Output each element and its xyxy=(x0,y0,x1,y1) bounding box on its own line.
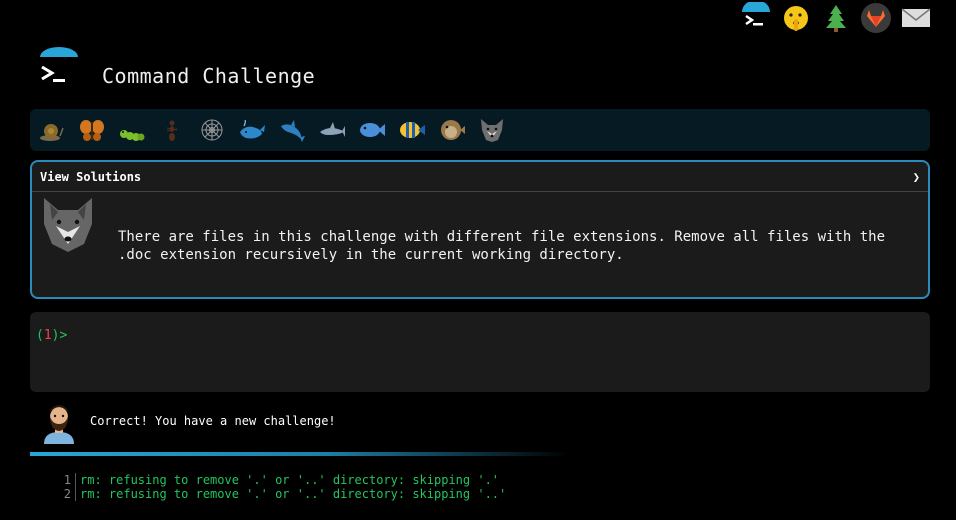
prompt-open: ( xyxy=(36,328,44,343)
chevron-right-icon: ❯ xyxy=(912,169,920,184)
shushing-face-icon[interactable] xyxy=(780,2,812,34)
challenge-level-strip xyxy=(30,109,930,151)
spider-web-icon[interactable] xyxy=(196,114,228,146)
output-line: 1 rm: refusing to remove '.' or '..' dir… xyxy=(60,473,506,487)
caterpillar-icon[interactable] xyxy=(116,114,148,146)
progress-bar xyxy=(30,452,570,456)
challenge-description: There are files in this challenge with d… xyxy=(118,229,886,263)
blowfish-icon[interactable] xyxy=(436,114,468,146)
line-text: rm: refusing to remove '.' or '..' direc… xyxy=(80,487,507,501)
success-message: Correct! You have a new challenge! xyxy=(90,414,336,428)
gitlab-icon[interactable] xyxy=(860,2,892,34)
logo[interactable] xyxy=(38,47,80,89)
whale-icon[interactable] xyxy=(236,114,268,146)
line-text: rm: refusing to remove '.' or '..' direc… xyxy=(80,473,500,487)
wolf-avatar-icon xyxy=(40,196,96,260)
wolf-icon[interactable] xyxy=(476,114,508,146)
line-number: 2 xyxy=(60,487,76,501)
terminal-icon[interactable] xyxy=(740,2,772,34)
terminal-input[interactable]: (1)> xyxy=(30,312,930,392)
prompt-close: )> xyxy=(51,328,68,343)
tropical-fish-icon[interactable] xyxy=(396,114,428,146)
prompt-number: 1 xyxy=(43,328,52,343)
view-solutions-label: View Solutions xyxy=(40,169,142,184)
bearded-man-avatar xyxy=(40,402,78,444)
fish-icon[interactable] xyxy=(356,114,388,146)
view-solutions-toggle[interactable]: View Solutions ❯ xyxy=(32,162,928,192)
output-line: 2 rm: refusing to remove '.' or '..' dir… xyxy=(60,487,506,501)
butterfly-icon[interactable] xyxy=(76,114,108,146)
shark-icon[interactable] xyxy=(316,114,348,146)
tree-icon[interactable] xyxy=(820,2,852,34)
mail-icon[interactable] xyxy=(900,2,932,34)
top-icon-bar xyxy=(740,2,932,34)
line-number: 1 xyxy=(60,473,76,487)
page-title: Command Challenge xyxy=(102,64,316,88)
dolphin-icon[interactable] xyxy=(276,114,308,146)
challenge-panel: View Solutions ❯ There are files in this… xyxy=(30,160,930,299)
command-output: 1 rm: refusing to remove '.' or '..' dir… xyxy=(60,473,506,501)
ant-icon[interactable] xyxy=(156,114,188,146)
snail-icon[interactable] xyxy=(36,114,68,146)
